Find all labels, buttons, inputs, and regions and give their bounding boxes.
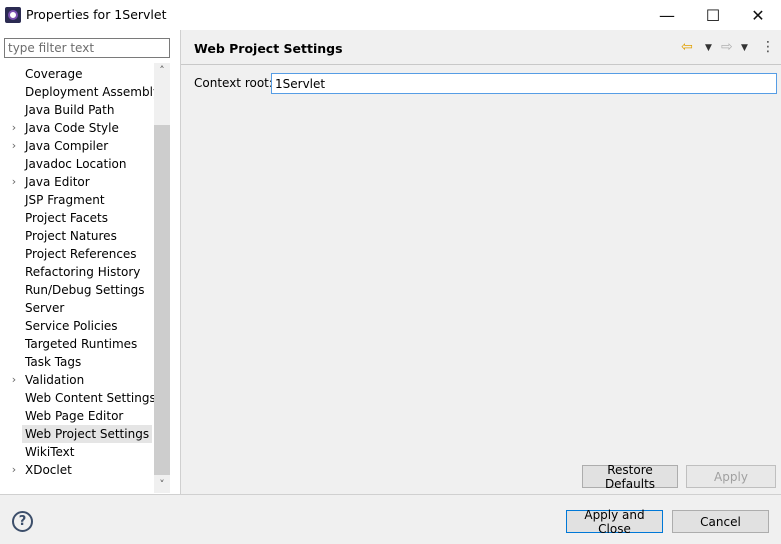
tree-item[interactable]: Web Project Settings xyxy=(22,425,153,443)
expand-chevron-icon[interactable]: › xyxy=(9,461,19,479)
minimize-button[interactable]: — xyxy=(644,0,690,30)
tree-item[interactable]: Targeted Runtimes xyxy=(22,335,140,353)
context-root-label: Context root: xyxy=(194,76,273,90)
tree-item[interactable]: Project Natures xyxy=(22,227,120,245)
tree-item[interactable]: Refactoring History xyxy=(22,263,143,281)
help-icon[interactable]: ? xyxy=(12,511,33,532)
tree-item[interactable]: Java Compiler xyxy=(22,137,111,155)
tree-item[interactable]: Service Policies xyxy=(22,317,121,335)
cancel-button[interactable]: Cancel xyxy=(672,510,769,533)
back-dropdown-icon[interactable]: ▼ xyxy=(705,40,712,56)
page-title: Web Project Settings xyxy=(194,41,343,56)
tree-item[interactable]: Javadoc Location xyxy=(22,155,129,173)
eclipse-app-icon xyxy=(5,7,21,23)
title-bar: Properties for 1Servlet — ☐ ✕ xyxy=(0,0,781,30)
tree-item[interactable]: Web Content Settings xyxy=(22,389,154,407)
filter-input[interactable] xyxy=(4,38,170,58)
tree-scrollbar[interactable]: ˄ ˅ xyxy=(154,63,170,493)
view-menu-icon[interactable]: ⋮ xyxy=(761,39,775,55)
header-separator xyxy=(181,64,781,65)
tree-item[interactable]: Run/Debug Settings xyxy=(22,281,148,299)
tree-item[interactable]: Java Build Path xyxy=(22,101,117,119)
property-page-content: Web Project Settings ⇦ ▼ ⇨ ▼ ⋮ Context r… xyxy=(181,30,781,494)
tree-item[interactable]: Web Page Editor xyxy=(22,407,126,425)
expand-chevron-icon[interactable]: › xyxy=(9,371,19,389)
context-root-input[interactable] xyxy=(271,73,777,94)
expand-chevron-icon[interactable]: › xyxy=(9,173,19,191)
tree-item[interactable]: Task Tags xyxy=(22,353,84,371)
forward-dropdown-icon[interactable]: ▼ xyxy=(741,40,748,56)
tree-item[interactable]: Java Code Style xyxy=(22,119,122,137)
apply-and-close-button[interactable]: Apply and Close xyxy=(566,508,663,536)
expand-chevron-icon[interactable]: › xyxy=(9,137,19,155)
restore-defaults-button[interactable]: Restore Defaults xyxy=(582,463,678,491)
property-pages-panel: CoverageDeployment AssemblyJava Build Pa… xyxy=(0,30,180,494)
back-arrow-icon[interactable]: ⇦ xyxy=(681,39,693,55)
scrollbar-thumb[interactable] xyxy=(154,125,170,475)
tree-item[interactable]: WikiText xyxy=(22,443,78,461)
scroll-up-arrow-icon[interactable]: ˄ xyxy=(154,63,170,79)
window-title: Properties for 1Servlet xyxy=(26,7,167,22)
tree-item[interactable]: Java Editor xyxy=(22,173,93,191)
maximize-button[interactable]: ☐ xyxy=(690,0,736,30)
tree-item[interactable]: XDoclet xyxy=(22,461,75,479)
scroll-down-arrow-icon[interactable]: ˅ xyxy=(154,477,170,493)
page-header: Web Project Settings ⇦ ▼ ⇨ ▼ ⋮ xyxy=(181,30,781,64)
apply-button[interactable]: Apply xyxy=(686,465,776,488)
tree-item[interactable]: Project Facets xyxy=(22,209,111,227)
dialog-footer: ? xyxy=(0,495,781,544)
tree-item[interactable]: JSP Fragment xyxy=(22,191,108,209)
close-button[interactable]: ✕ xyxy=(735,0,781,30)
tree-item[interactable]: Deployment Assembly xyxy=(22,83,154,101)
expand-chevron-icon[interactable]: › xyxy=(9,119,19,137)
forward-arrow-icon[interactable]: ⇨ xyxy=(721,39,733,55)
tree-item[interactable]: Coverage xyxy=(22,65,86,83)
tree-item[interactable]: Validation xyxy=(22,371,87,389)
tree-item[interactable]: Server xyxy=(22,299,67,317)
property-pages-tree: Coverage Deployment Assembly Java Build Pa… xyxy=(0,63,154,491)
tree-item[interactable]: Project References xyxy=(22,245,140,263)
